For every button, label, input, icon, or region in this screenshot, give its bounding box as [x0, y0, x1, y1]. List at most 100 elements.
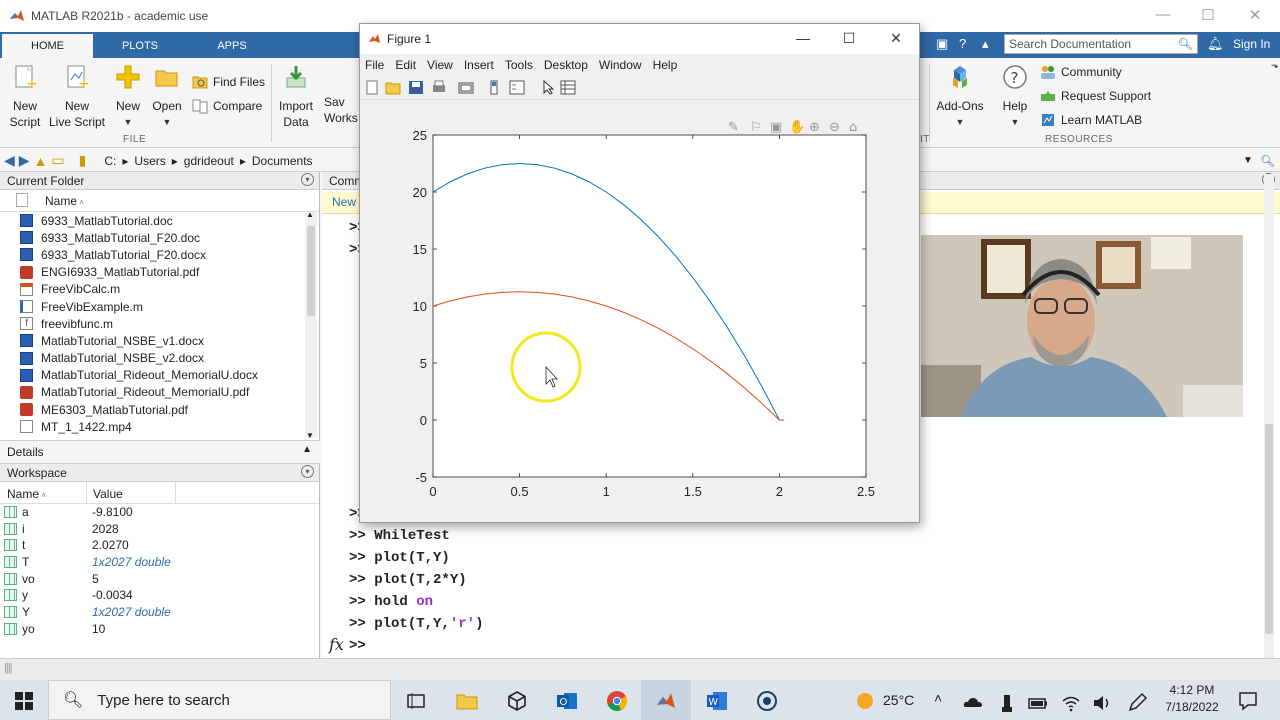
new-live-script-button[interactable]: + New Live Script — [48, 64, 106, 130]
zoom-in-icon[interactable]: ⊕ — [809, 120, 820, 135]
new-script-button[interactable]: + New Script — [6, 64, 44, 130]
sign-in-link[interactable]: Sign In — [1233, 37, 1270, 51]
wifi-icon[interactable] — [1060, 692, 1082, 714]
name-column-header[interactable]: Name ˄ — [0, 190, 319, 212]
save-workspace-button[interactable]: Sav Works — [324, 64, 360, 126]
pan-icon[interactable]: ✋ — [789, 119, 805, 135]
breadcrumb-documents[interactable]: Documents — [252, 154, 313, 168]
import-data-button[interactable]: Import Data — [274, 64, 318, 130]
figure-close-button[interactable]: ✕ — [881, 30, 911, 47]
panel-actions-icon[interactable]: ▾ — [301, 173, 314, 186]
ws-name-column[interactable]: Name ˄ — [7, 487, 46, 501]
panel-actions-icon[interactable]: ▾ — [301, 465, 314, 478]
file-list-item[interactable]: ENGI6933_MatlabTutorial.pdf — [0, 264, 319, 281]
search-icon[interactable]: 🔍︎ — [1178, 37, 1193, 51]
task-view-icon[interactable] — [405, 690, 427, 712]
restore-view-icon[interactable]: ⌂ — [849, 120, 857, 135]
property-inspector-icon[interactable] — [560, 80, 576, 95]
file-explorer-icon[interactable] — [456, 690, 478, 712]
menu-insert[interactable]: Insert — [464, 58, 494, 72]
word-icon[interactable]: W — [706, 690, 728, 712]
tab-apps[interactable]: APPS — [202, 36, 262, 58]
compare-button[interactable]: Compare — [192, 98, 262, 114]
new-dropdown-caret[interactable]: ▼ — [112, 114, 144, 130]
close-button[interactable]: ✕ — [1240, 6, 1270, 24]
details-panel[interactable]: Details ▲ — [0, 440, 320, 464]
file-list-item[interactable]: MT_1_1422.mp4 — [0, 418, 319, 435]
current-folder-scrollbar[interactable]: ▲ ▼ — [305, 210, 317, 440]
file-list-item[interactable]: FreeVibCalc.m — [0, 281, 319, 298]
breadcrumb-user[interactable]: gdrideout — [184, 154, 234, 168]
scrollbar-thumb[interactable] — [1265, 424, 1273, 634]
scroll-down-icon[interactable]: ▼ — [306, 431, 314, 440]
rotate-icon[interactable]: ▣ — [770, 120, 782, 135]
weather-temperature[interactable]: 25°C — [883, 692, 914, 708]
link-plot-icon[interactable] — [458, 80, 474, 95]
figure-maximize-button[interactable]: ☐ — [834, 30, 864, 47]
open-button[interactable]: Open ▼ — [150, 64, 184, 130]
file-list-item[interactable]: 6933_MatlabTutorial_F20.doc — [0, 229, 319, 246]
battery-icon[interactable] — [1027, 692, 1049, 714]
open-dropdown-caret[interactable]: ▼ — [150, 114, 184, 130]
workspace-variable-row[interactable]: Y 1x2027 double — [0, 604, 319, 621]
add-ons-button[interactable]: Add-Ons ▼ — [934, 64, 986, 130]
show-hidden-icons-chevron[interactable]: ˄ — [934, 690, 942, 706]
zoom-out-icon[interactable]: ⊖ — [829, 120, 840, 135]
chrome-icon[interactable] — [606, 690, 628, 712]
open-file-icon[interactable] — [385, 80, 401, 95]
figure-window[interactable]: Figure 1 — ☐ ✕ File Edit View Insert Too… — [359, 23, 1279, 523]
menu-view[interactable]: View — [427, 58, 453, 72]
workspace-variable-row[interactable]: y -0.0034 — [0, 587, 319, 604]
file-list-item[interactable]: MatlabTutorial_NSBE_v1.docx — [0, 332, 319, 349]
file-list-item[interactable]: MatlabTutorial_Rideout_MemorialU.pdf — [0, 384, 319, 401]
menu-help[interactable]: Help — [653, 58, 678, 72]
up-folder-icon[interactable]: ▲ — [34, 153, 48, 169]
help-dropdown-caret[interactable]: ▼ — [996, 114, 1034, 130]
fx-function-browser-icon[interactable]: fx — [329, 635, 344, 654]
collapse-icon[interactable]: ▴ — [982, 36, 989, 52]
help-icon[interactable]: ? — [959, 36, 966, 51]
data-tips-icon[interactable]: ⚐ — [750, 120, 762, 135]
menu-tools[interactable]: Tools — [505, 58, 533, 72]
menu-desktop[interactable]: Desktop — [544, 58, 588, 72]
workspace-variable-row[interactable]: t 2.0270 — [0, 537, 319, 554]
back-arrow-icon[interactable]: ◀ — [4, 152, 15, 169]
command-input-prompt[interactable]: >> — [349, 638, 366, 654]
matlab-taskbar-icon[interactable] — [655, 690, 677, 712]
menu-window[interactable]: Window — [599, 58, 642, 72]
search-documentation-input[interactable]: Search Documentation 🔍︎ — [1004, 34, 1198, 54]
breadcrumb-drive[interactable]: C: — [104, 154, 116, 168]
find-files-button[interactable]: Find Files — [192, 74, 265, 90]
windows-start-icon[interactable] — [15, 692, 33, 710]
file-list-item[interactable]: MatlabTutorial_NSBE_v2.docx — [0, 350, 319, 367]
minimize-button[interactable]: — — [1148, 6, 1178, 23]
add-ons-dropdown-caret[interactable]: ▼ — [934, 114, 986, 130]
insert-colorbar-icon[interactable] — [486, 80, 502, 95]
file-list-item[interactable]: f freevibfunc.m — [0, 315, 319, 332]
weather-sun-icon[interactable] — [855, 691, 875, 711]
print-figure-icon[interactable] — [431, 80, 447, 95]
3d-viewer-icon[interactable] — [506, 690, 528, 712]
maximize-button[interactable]: ☐ — [1193, 6, 1223, 24]
figure-minimize-button[interactable]: — — [788, 30, 818, 46]
file-list-item[interactable]: 6933_MatlabTutorial_F20.docx — [0, 246, 319, 263]
onedrive-cloud-icon[interactable] — [962, 692, 984, 714]
community-link[interactable]: Community — [1040, 64, 1122, 80]
address-dropdown-icon[interactable]: ▼ — [1243, 155, 1253, 166]
pen-workspace-icon[interactable] — [1126, 692, 1148, 714]
file-list-item[interactable]: 6933_MatlabTutorial.doc — [0, 212, 319, 229]
scrollbar-thumb[interactable] — [307, 226, 315, 316]
command-window-scrollbar[interactable] — [1264, 174, 1274, 658]
breadcrumb-users[interactable]: Users — [134, 154, 165, 168]
outlook-icon[interactable]: O — [556, 690, 578, 712]
workspace-variable-row[interactable]: a -9.8100 — [0, 504, 319, 521]
request-support-link[interactable]: Request Support — [1040, 88, 1151, 104]
figure-canvas[interactable]: ✎ ⚐ ▣ ✋ ⊕ ⊖ ⌂ 0 0.5 1 1.5 2 2.5-50510152025 — [360, 100, 919, 520]
scroll-up-icon[interactable]: ▲ — [306, 210, 314, 219]
file-list-item[interactable]: ME6303_MatlabTutorial.pdf — [0, 401, 319, 418]
ws-value-column[interactable]: Value — [93, 487, 123, 501]
recording-app-icon[interactable] — [756, 690, 778, 712]
taskbar-search-box[interactable]: 🔍︎ Type here to search — [48, 680, 391, 720]
forward-arrow-icon[interactable]: ▶ — [19, 152, 30, 169]
tab-home[interactable]: HOME — [2, 34, 93, 58]
